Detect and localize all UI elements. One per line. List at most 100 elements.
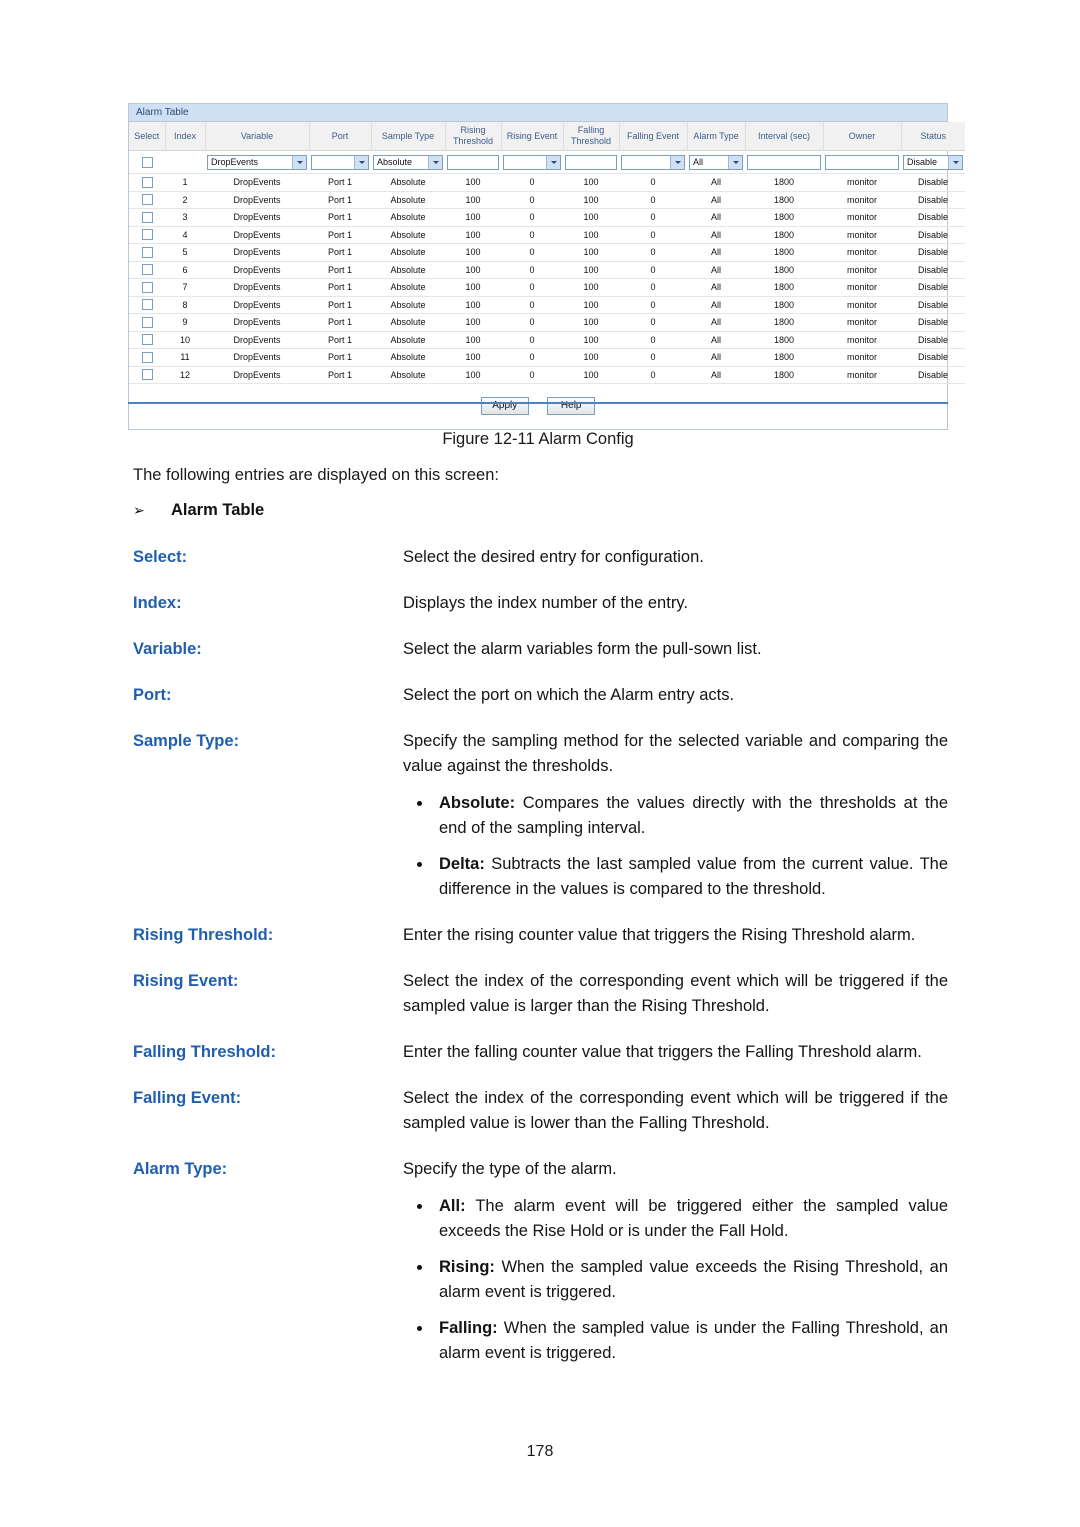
definition-term: Select: bbox=[133, 548, 188, 566]
definition-body: Select the index of the corresponding ev… bbox=[403, 1086, 948, 1136]
definition-row: Rising Event: Select the index of the cor… bbox=[133, 969, 948, 1019]
definition-bullet-list: Absolute: Compares the values directly w… bbox=[403, 791, 948, 902]
cell-interval: 1800 bbox=[745, 208, 823, 227]
cell-falling-threshold: 100 bbox=[563, 208, 619, 227]
cell-rising-threshold: 100 bbox=[445, 243, 501, 262]
cell-index: 12 bbox=[165, 366, 205, 384]
definition-body: Select the alarm variables form the pull… bbox=[403, 637, 948, 662]
column-header-rising-event: Rising Event bbox=[501, 122, 564, 151]
bullet-dot-icon bbox=[417, 1265, 422, 1270]
cell-falling-event: 0 bbox=[619, 226, 687, 244]
row-select-checkbox[interactable] bbox=[141, 316, 153, 328]
interval-input[interactable] bbox=[747, 154, 821, 170]
definition-body: Displays the index number of the entry. bbox=[403, 591, 948, 616]
definition-text: Specify the sampling method for the sele… bbox=[403, 732, 948, 775]
port-select[interactable] bbox=[311, 154, 369, 170]
column-header-index: Index bbox=[165, 122, 206, 151]
falling-event-select[interactable] bbox=[621, 154, 685, 170]
cell-rising-event: 0 bbox=[501, 173, 563, 192]
cell-falling-threshold: 100 bbox=[563, 366, 619, 384]
definition-body: Specify the sampling method for the sele… bbox=[403, 729, 948, 902]
row-select-checkbox[interactable] bbox=[141, 264, 153, 276]
row-select-cell bbox=[129, 366, 165, 384]
definition-term: Falling Threshold: bbox=[133, 1043, 276, 1061]
bullet-text: Compares the values directly with the th… bbox=[439, 794, 948, 837]
row-select-checkbox[interactable] bbox=[141, 211, 153, 223]
form-sample-type-cell: Absolute bbox=[371, 150, 445, 174]
chevron-down-icon bbox=[670, 155, 684, 169]
alarm-type-select[interactable]: All bbox=[689, 154, 743, 170]
row-select-checkbox[interactable] bbox=[141, 281, 153, 293]
cell-index: 4 bbox=[165, 226, 205, 244]
cell-falling-event: 0 bbox=[619, 278, 687, 297]
cell-port: Port 1 bbox=[309, 331, 371, 349]
cell-owner: monitor bbox=[823, 261, 901, 279]
row-select-checkbox[interactable] bbox=[141, 246, 153, 258]
row-select-checkbox[interactable] bbox=[141, 369, 153, 381]
column-header-owner: Owner bbox=[823, 122, 902, 151]
cell-index: 6 bbox=[165, 261, 205, 279]
section-divider bbox=[128, 402, 948, 404]
definition-text: Enter the falling counter value that tri… bbox=[403, 1043, 922, 1061]
cell-port: Port 1 bbox=[309, 278, 371, 297]
apply-button[interactable]: Apply bbox=[480, 397, 529, 415]
cell-index: 3 bbox=[165, 208, 205, 227]
cell-falling-event: 0 bbox=[619, 348, 687, 367]
cell-alarm-type: All bbox=[687, 278, 745, 297]
column-header-alarm-type: Alarm Type bbox=[687, 122, 746, 151]
owner-input[interactable] bbox=[825, 154, 899, 170]
cell-interval: 1800 bbox=[745, 226, 823, 244]
row-select-checkbox[interactable] bbox=[141, 176, 153, 188]
definition-term: Alarm Type: bbox=[133, 1160, 228, 1178]
rising-threshold-input[interactable] bbox=[447, 154, 499, 170]
cell-interval: 1800 bbox=[745, 331, 823, 349]
column-header-sample-type: Sample Type bbox=[371, 122, 446, 151]
row-select-checkbox[interactable] bbox=[141, 229, 153, 241]
help-button[interactable]: Help bbox=[547, 397, 596, 415]
falling-threshold-input[interactable] bbox=[565, 154, 617, 170]
cell-falling-threshold: 100 bbox=[563, 278, 619, 297]
definition-term: Falling Event: bbox=[133, 1089, 242, 1107]
cell-interval: 1800 bbox=[745, 261, 823, 279]
cell-falling-threshold: 100 bbox=[563, 313, 619, 332]
cell-variable: DropEvents bbox=[205, 208, 309, 227]
cell-alarm-type: All bbox=[687, 208, 745, 227]
cell-alarm-type: All bbox=[687, 173, 745, 192]
cell-rising-threshold: 100 bbox=[445, 366, 501, 384]
definition-text: Select the desired entry for configurati… bbox=[403, 548, 704, 566]
sample-type-select[interactable]: Absolute bbox=[373, 154, 443, 170]
rising-event-select[interactable] bbox=[503, 154, 561, 170]
table-row: 1 DropEvents Port 1 Absolute 100 0 100 0 All 1800… bbox=[129, 173, 965, 192]
alarm-config-screenshot: Alarm Table Select Index Variable Port S… bbox=[128, 103, 965, 430]
definition-bullet-item: Falling: When the sampled value is under… bbox=[403, 1316, 948, 1366]
row-select-checkbox[interactable] bbox=[141, 334, 153, 346]
bullet-label: Delta: bbox=[439, 855, 485, 873]
variable-select[interactable]: DropEvents bbox=[207, 154, 307, 170]
cell-sample-type: Absolute bbox=[371, 313, 445, 332]
definition-text: Select the port on which the Alarm entry… bbox=[403, 686, 735, 704]
row-select-checkbox[interactable] bbox=[141, 351, 153, 363]
select-all-checkbox[interactable] bbox=[141, 156, 153, 168]
cell-status: Disable bbox=[901, 173, 965, 192]
definition-text: Enter the rising counter value that trig… bbox=[403, 926, 916, 944]
form-owner-cell bbox=[823, 150, 901, 174]
cell-alarm-type: All bbox=[687, 261, 745, 279]
bullet-label: Absolute: bbox=[439, 794, 516, 812]
cell-rising-threshold: 100 bbox=[445, 191, 501, 209]
form-variable-cell: DropEvents bbox=[205, 150, 309, 174]
cell-port: Port 1 bbox=[309, 296, 371, 314]
definition-body: Select the port on which the Alarm entry… bbox=[403, 683, 948, 708]
row-select-checkbox[interactable] bbox=[141, 299, 153, 311]
table-row: 2 DropEvents Port 1 Absolute 100 0 100 0 All 1800… bbox=[129, 191, 965, 209]
definition-term: Index: bbox=[133, 594, 182, 612]
table-row: 12 DropEvents Port 1 Absolute 100 0 100 0 All 180… bbox=[129, 366, 965, 384]
cell-index: 8 bbox=[165, 296, 205, 314]
row-select-cell bbox=[129, 296, 165, 314]
cell-interval: 1800 bbox=[745, 243, 823, 262]
cell-falling-threshold: 100 bbox=[563, 243, 619, 262]
cell-falling-threshold: 100 bbox=[563, 331, 619, 349]
cell-port: Port 1 bbox=[309, 208, 371, 227]
status-select[interactable]: Disable bbox=[903, 154, 963, 170]
chevron-down-icon bbox=[354, 155, 368, 169]
row-select-checkbox[interactable] bbox=[141, 194, 153, 206]
